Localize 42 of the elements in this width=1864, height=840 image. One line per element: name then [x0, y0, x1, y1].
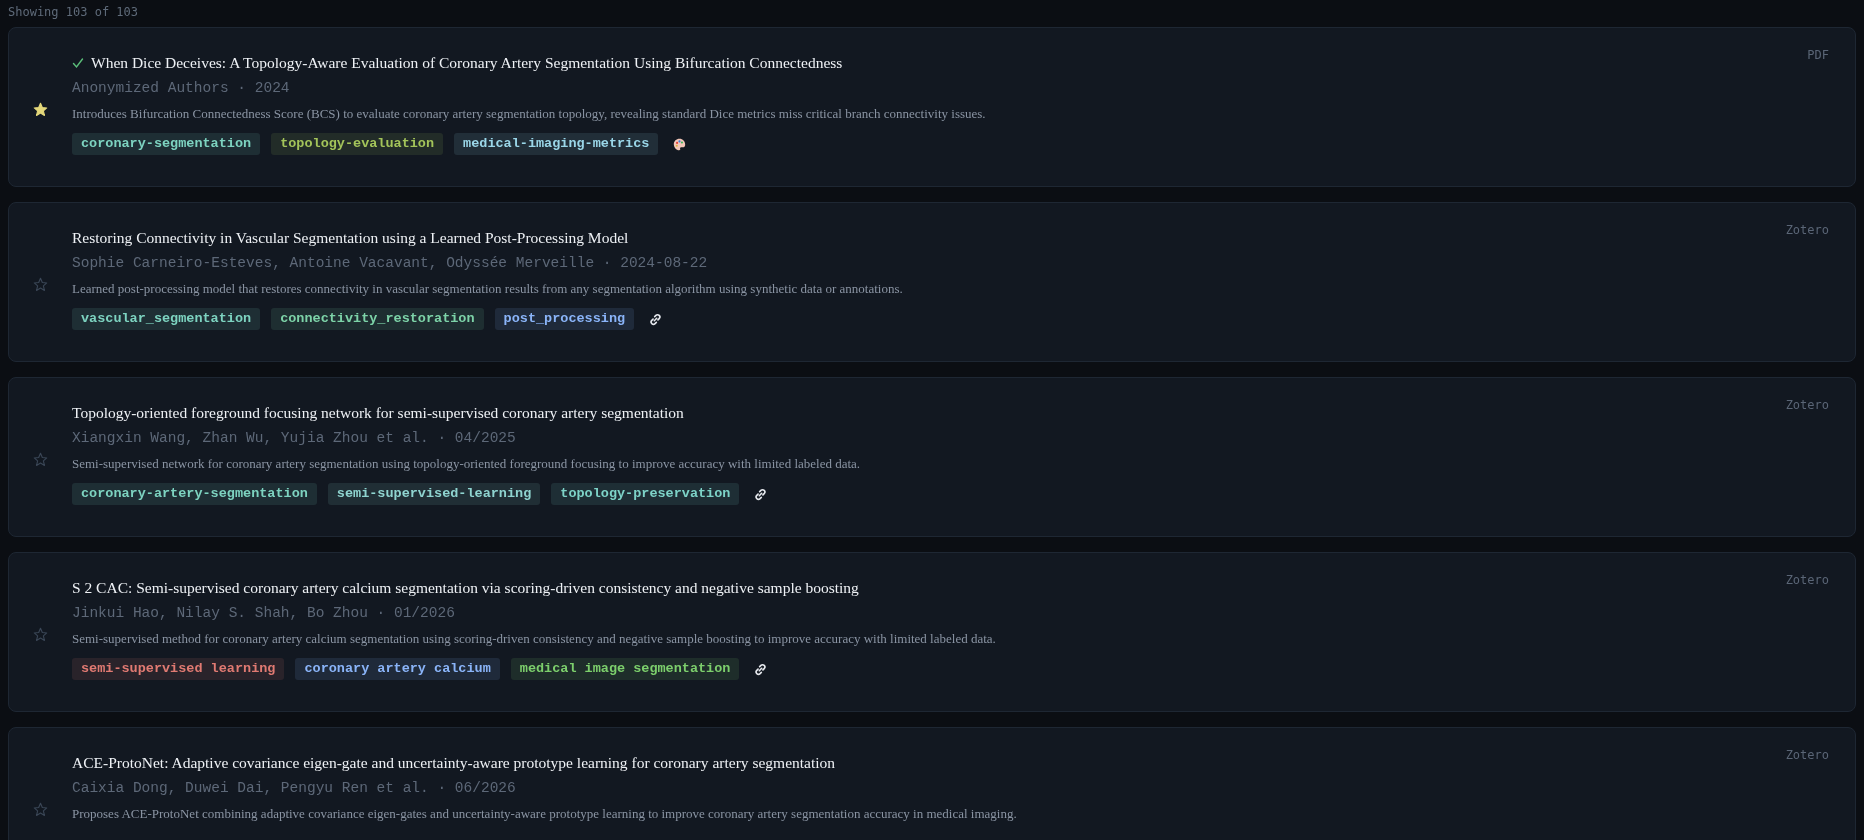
paper-summary: Introduces Bifurcation Connectedness Score (BCS) to evaluate coronary artery segmentation topology, revealing standard Dice metrics miss critical branch connectivity issues.	[72, 105, 987, 123]
paper-authors: Jinkui Hao, Nilay S. Shah, Bo Zhou · 01/2026	[72, 604, 456, 623]
tag[interactable]: medical image segmentation	[510, 658, 740, 680]
tag[interactable]: semi-supervised-learning	[327, 483, 541, 505]
paper-summary: Proposes ACE-ProtoNet combining adaptive covariance eigen-gates and uncertainty-aware prototype learning to improve coronary artery segmentation accuracy in medical imaging.	[72, 805, 1018, 823]
tag[interactable]: coronary artery calcium	[295, 658, 500, 680]
tag[interactable]: topology-evaluation	[271, 133, 444, 155]
tag[interactable]: connectivity_restoration	[271, 308, 484, 330]
paper-summary: Semi-supervised method for coronary artery calcium segmentation using scoring-driven consistency and negative sample boosting to improve accuracy with limited labeled data.	[72, 630, 997, 648]
paper-title[interactable]: Topology-oriented foreground focusing network for semi-supervised coronary artery segmentation	[72, 402, 684, 424]
link-icon[interactable]	[754, 487, 768, 501]
link-icon[interactable]	[754, 662, 768, 676]
source-label: Zotero	[1785, 398, 1829, 412]
paper-authors: Sophie Carneiro-Esteves, Antoine Vacavant, Odyssée Merveille · 2024-08-22	[72, 254, 709, 273]
paper-card[interactable]	[8, 727, 1856, 840]
paper-authors: Anonymized Authors · 2024	[72, 79, 291, 98]
star-icon[interactable]	[33, 451, 48, 467]
source-label: Zotero	[1785, 573, 1829, 587]
paper-summary: Learned post-processing model that restores connectivity in vascular segmentation results from any segmentation algorithm using synthetic data or annotations.	[72, 280, 904, 298]
star-icon[interactable]	[33, 801, 48, 817]
source-label: PDF	[1807, 48, 1829, 62]
link-icon[interactable]	[649, 312, 663, 326]
tag[interactable]: coronary-segmentation	[72, 133, 261, 155]
paper-title[interactable]: Restoring Connectivity in Vascular Segmentation using a Learned Post-Processing Model	[72, 227, 629, 249]
paper-title[interactable]: When Dice Deceives: A Topology-Aware Evaluation of Coronary Artery Segmentation Using Bifurcation Connectedness	[91, 52, 843, 74]
tag[interactable]: post_processing	[494, 308, 635, 330]
tag[interactable]: coronary-artery-segmentation	[72, 483, 317, 505]
tag[interactable]: topology-preservation	[551, 483, 740, 505]
paper-authors: Xiangxin Wang, Zhan Wu, Yujia Zhou et al. · 04/2025	[72, 429, 517, 448]
tag[interactable]: vascular_segmentation	[72, 308, 261, 330]
paper-summary: Semi-supervised network for coronary artery segmentation using topology-oriented foreground focusing to improve accuracy with limited labeled data.	[72, 455, 862, 473]
result-count: Showing 103 of 103	[8, 4, 139, 20]
paper-authors: Caixia Dong, Duwei Dai, Pengyu Ren et al. · 06/2026	[72, 779, 517, 798]
tag[interactable]: medical-imaging-metrics	[454, 133, 659, 155]
source-label: Zotero	[1785, 223, 1829, 237]
tag[interactable]: semi-supervised learning	[72, 658, 285, 680]
source-label: Zotero	[1785, 748, 1829, 762]
star-icon[interactable]	[33, 276, 48, 292]
palette-icon[interactable]	[673, 137, 687, 151]
star-icon[interactable]	[33, 626, 48, 642]
paper-title[interactable]: S 2 CAC: Semi-supervised coronary artery calcium segmentation via scoring-driven consistency and negative sample boosting	[72, 577, 859, 599]
paper-title[interactable]: ACE-ProtoNet: Adaptive covariance eigen-gate and uncertainty-aware prototype learning for coronary artery segmentation	[72, 752, 836, 774]
